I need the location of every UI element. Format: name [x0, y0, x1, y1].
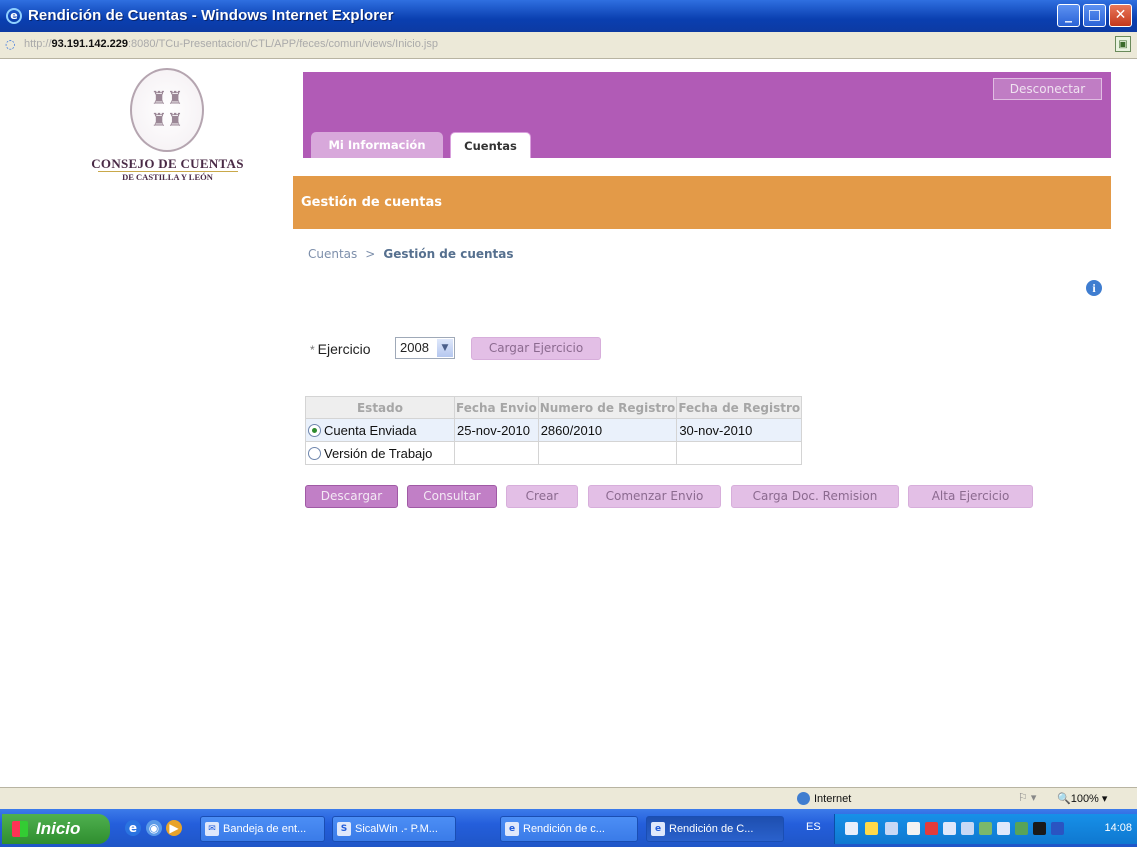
taskbar-item-bandeja[interactable]: ✉ Bandeja de ent... — [200, 816, 325, 842]
address-bar[interactable]: ◌ http://93.191.142.229:8080/TCu-Present… — [0, 32, 1137, 59]
system-tray: 14:08 — [834, 814, 1137, 844]
app-icon: S — [337, 822, 351, 836]
minimize-button[interactable]: _ — [1057, 4, 1080, 27]
ejercicio-label: * Ejercicio — [310, 341, 371, 357]
cargar-ejercicio-button[interactable]: Cargar Ejercicio — [471, 337, 601, 360]
monitor-tray-icon[interactable] — [997, 822, 1010, 835]
network-tray-icon[interactable] — [885, 822, 898, 835]
pen-tray-icon[interactable] — [865, 822, 878, 835]
info-icon[interactable]: i — [1086, 280, 1102, 296]
display-tray-icon[interactable] — [961, 822, 974, 835]
app-tray-icon[interactable] — [1051, 822, 1064, 835]
windows-flag-icon — [12, 821, 28, 837]
carga-doc-remision-button[interactable]: Carga Doc. Remision — [731, 485, 899, 508]
status-bar: Internet ⚐ ▾ 🔍100% ▾ — [0, 787, 1137, 810]
breadcrumb: Cuentas > Gestión de cuentas — [308, 247, 514, 261]
chevron-down-icon[interactable]: ▼ — [437, 339, 453, 357]
breadcrumb-parent-link[interactable]: Cuentas — [308, 247, 357, 261]
numero-registro-cell — [537, 441, 678, 465]
fecha-registro-cell: 30-nov-2010 — [676, 418, 803, 442]
ie-icon: e — [505, 822, 519, 836]
logo-title: CONSEJO DE CUENTAS — [91, 156, 244, 171]
window-title-bar[interactable]: e Rendición de Cuentas - Windows Interne… — [0, 0, 1137, 32]
close-button[interactable]: ✕ — [1109, 4, 1132, 27]
ie-icon: e — [651, 822, 665, 836]
player-quicklaunch-icon[interactable]: ▶ — [166, 820, 182, 836]
alta-ejercicio-button[interactable]: Alta Ejercicio — [908, 485, 1033, 508]
image-icon[interactable]: ▣ — [1115, 36, 1131, 52]
breadcrumb-separator: > — [365, 247, 376, 261]
mail-tray-icon[interactable] — [845, 822, 858, 835]
ie-quicklaunch-icon[interactable]: e — [125, 820, 141, 836]
zoom-level[interactable]: 🔍100% ▾ — [1057, 792, 1107, 805]
search-tray-icon[interactable] — [907, 822, 920, 835]
loading-icon: ◌ — [5, 37, 16, 51]
row-radio[interactable] — [308, 446, 321, 460]
section-banner: Gestión de cuentas — [293, 176, 1111, 229]
fecha-envio-cell: 25-nov-2010 — [454, 418, 539, 442]
breadcrumb-current: Gestión de cuentas — [383, 247, 514, 261]
disconnect-button[interactable]: Desconectar — [993, 78, 1102, 100]
consultar-button[interactable]: Consultar — [407, 485, 497, 508]
column-header-numero-registro: Numero de Registro — [537, 396, 678, 419]
globe-icon — [797, 792, 810, 805]
clock[interactable]: 14:08 — [1104, 822, 1132, 834]
address-url[interactable]: http://93.191.142.229:8080/TCu-Presentac… — [24, 38, 438, 50]
maximize-button[interactable]: □ — [1083, 4, 1106, 27]
language-indicator[interactable]: ES — [806, 821, 821, 833]
required-mark: * — [310, 343, 315, 357]
tab-mi-informacion[interactable]: Mi Información — [311, 132, 443, 158]
antivirus-tray-icon[interactable] — [925, 822, 938, 835]
window-title: Rendición de Cuentas - Windows Internet … — [28, 7, 394, 24]
row-radio-selected[interactable] — [308, 423, 321, 437]
protected-mode-icon[interactable]: ⚐ ▾ — [1018, 791, 1036, 804]
comenzar-envio-button[interactable]: Comenzar Envio — [588, 485, 721, 508]
security-tray-icon[interactable] — [1015, 822, 1028, 835]
descargar-button[interactable]: Descargar — [305, 485, 398, 508]
settings-tray-icon[interactable] — [943, 822, 956, 835]
fecha-envio-cell — [454, 441, 539, 465]
column-header-fecha-registro: Fecha de Registro — [676, 396, 803, 419]
taskbar-item-sicalwin[interactable]: S SicalWin .- P.M... — [332, 816, 456, 842]
column-header-fecha-envio: Fecha Envio — [454, 396, 539, 419]
adobe-tray-icon[interactable] — [1033, 822, 1046, 835]
fecha-registro-cell — [676, 441, 803, 465]
table-row[interactable]: Cuenta Enviada 25-nov-2010 2860/2010 30-… — [305, 418, 803, 442]
ie-icon: e — [6, 8, 22, 24]
column-header-estado: Estado — [305, 396, 455, 419]
ejercicio-select[interactable]: 2008 ▼ — [395, 337, 455, 359]
media-quicklaunch-icon[interactable]: ◉ — [146, 820, 162, 836]
taskbar: Inicio e ◉ ▶ ✉ Bandeja de ent... S SicalWi… — [0, 809, 1137, 847]
castle-lion-icon: ♜♜ ♜♜ — [150, 88, 184, 131]
taskbar-item-rendicion-2[interactable]: e Rendición de C... — [646, 816, 784, 842]
estado-cell: Versión de Trabajo — [305, 441, 455, 465]
section-title: Gestión de cuentas — [301, 195, 443, 210]
crear-button[interactable]: Crear — [506, 485, 578, 508]
table-header-row: Estado Fecha Envio Numero de Registro Fe… — [305, 396, 803, 419]
taskbar-item-rendicion-1[interactable]: e Rendición de c... — [500, 816, 638, 842]
update-tray-icon[interactable] — [979, 822, 992, 835]
table-row[interactable]: Versión de Trabajo — [305, 441, 803, 465]
numero-registro-cell: 2860/2010 — [537, 418, 678, 442]
security-zone[interactable]: Internet — [797, 792, 851, 805]
consejo-emblem-logo: ♜♜ ♜♜ — [130, 68, 204, 152]
cuentas-table: Estado Fecha Envio Numero de Registro Fe… — [305, 396, 803, 465]
ejercicio-value: 2008 — [400, 340, 429, 355]
logo-subtitle: DE CASTILLA Y LEÓN — [122, 172, 213, 182]
start-button[interactable]: Inicio — [2, 814, 110, 844]
estado-cell: Cuenta Enviada — [305, 418, 455, 442]
mail-icon: ✉ — [205, 822, 219, 836]
tab-cuentas[interactable]: Cuentas — [450, 132, 531, 158]
